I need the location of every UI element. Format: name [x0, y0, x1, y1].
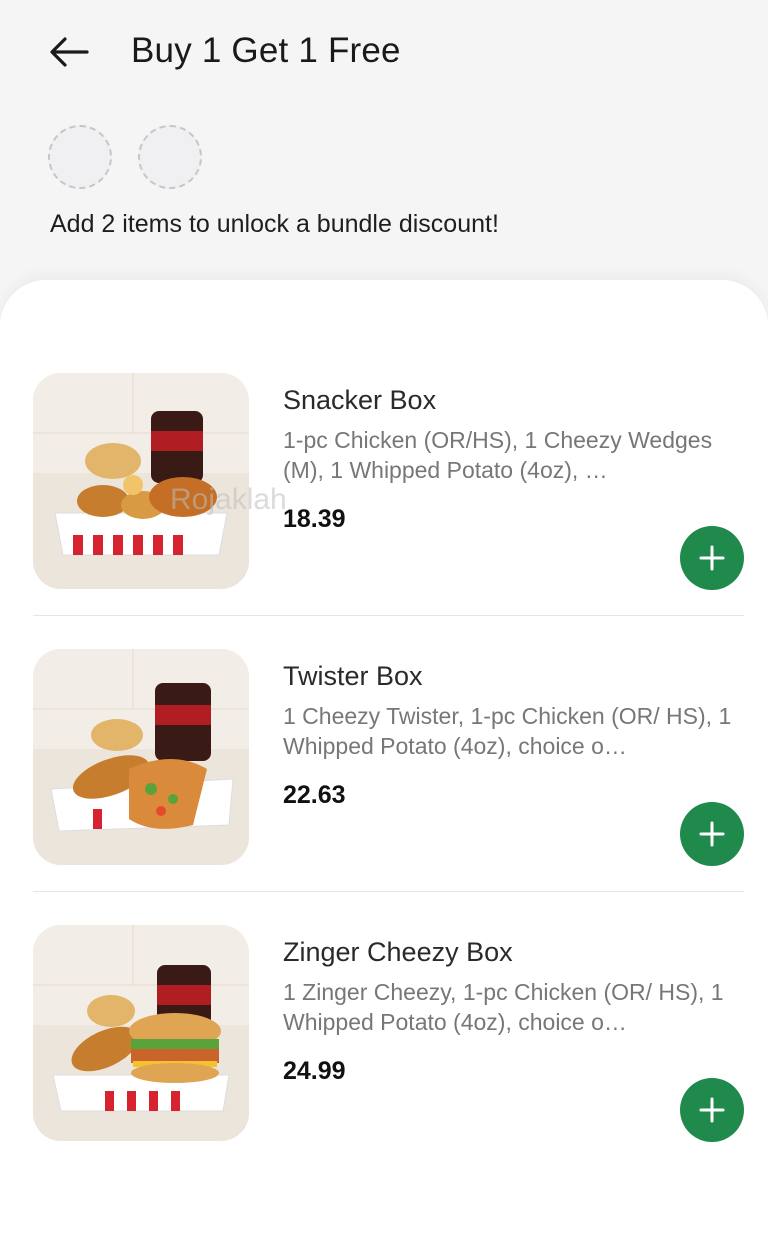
- header: Buy 1 Get 1 Free: [0, 0, 768, 105]
- item-name: Twister Box: [283, 661, 423, 691]
- list-item-zinger-cheezy-box[interactable]: Zinger Cheezy Box 1 Zinger Cheezy, 1-pc …: [0, 925, 768, 1187]
- plus-icon: [699, 545, 725, 571]
- item-price: 18.39: [283, 505, 346, 533]
- bundle-hint: Add 2 items to unlock a bundle discount!: [50, 210, 499, 238]
- zinger-cheezy-box-image: [33, 925, 249, 1141]
- list-item-snacker-box[interactable]: Snacker Box 1-pc Chicken (OR/HS), 1 Chee…: [0, 373, 768, 635]
- page-title: Buy 1 Get 1 Free: [131, 31, 401, 70]
- twister-box-image: [33, 649, 249, 865]
- bundle-slot-empty: [48, 125, 112, 189]
- add-to-bundle-button[interactable]: [680, 802, 744, 866]
- add-to-bundle-button[interactable]: [680, 526, 744, 590]
- item-description: 1-pc Chicken (OR/HS), 1 Cheezy Wedges (M…: [283, 427, 713, 483]
- item-name: Snacker Box: [283, 385, 437, 415]
- add-to-bundle-button[interactable]: [680, 1078, 744, 1142]
- bundle-slot-empty: [138, 125, 202, 189]
- arrow-left-icon: [50, 37, 89, 67]
- bundle-slots: [48, 125, 202, 189]
- watermark: Rojaklah: [170, 483, 287, 516]
- plus-icon: [699, 821, 725, 847]
- item-price: 24.99: [283, 1057, 346, 1085]
- snacker-box-image: [33, 373, 249, 589]
- item-name: Zinger Cheezy Box: [283, 937, 513, 967]
- item-price: 22.63: [283, 781, 346, 809]
- divider: [33, 615, 744, 616]
- menu-sheet: Snacker Box 1-pc Chicken (OR/HS), 1 Chee…: [0, 280, 768, 1240]
- divider: [33, 891, 744, 892]
- back-button[interactable]: [46, 32, 92, 72]
- plus-icon: [699, 1097, 725, 1123]
- item-description: 1 Cheezy Twister, 1-pc Chicken (OR/ HS),…: [283, 703, 732, 759]
- item-description: 1 Zinger Cheezy, 1-pc Chicken (OR/ HS), …: [283, 979, 724, 1035]
- list-item-twister-box[interactable]: Twister Box 1 Cheezy Twister, 1-pc Chick…: [0, 649, 768, 911]
